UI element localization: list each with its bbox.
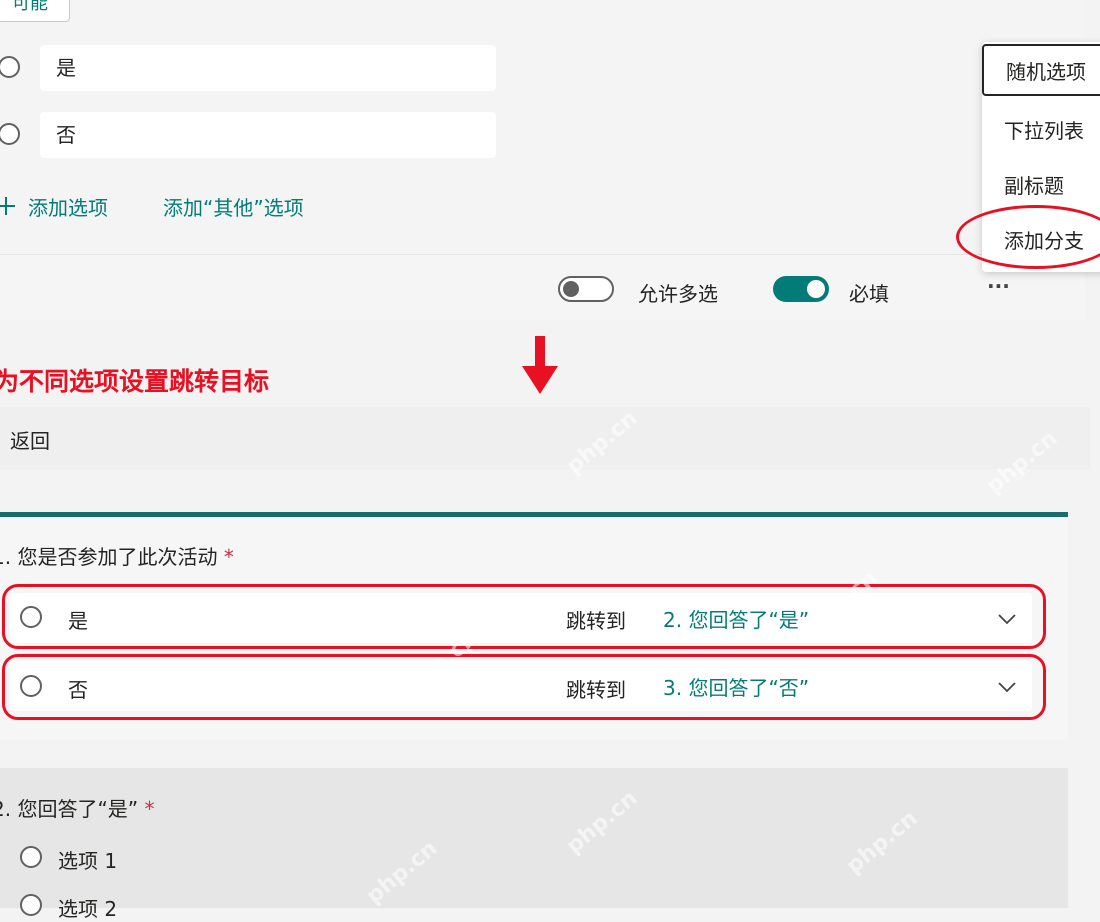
question-2-title: 2. 您回答了“是” * [0, 793, 155, 822]
required-asterisk: * [144, 797, 155, 821]
required-label: 必填 [849, 282, 889, 306]
plus-icon [0, 197, 15, 215]
back-button[interactable]: 返回 [10, 425, 50, 454]
radio-q2-option-1[interactable] [20, 846, 42, 868]
highlight-rect-yes [2, 584, 1046, 649]
toggle-knob [563, 281, 579, 297]
add-other-option-button[interactable]: 添加“其他”选项 [163, 192, 304, 221]
q2-option-2: 选项 2 [58, 897, 118, 921]
allow-multiple-toggle[interactable] [558, 276, 614, 302]
q2-option-1: 选项 1 [58, 849, 118, 873]
divider [0, 254, 1085, 255]
radio-q2-option-2[interactable] [20, 894, 42, 916]
toggle-knob [807, 280, 825, 298]
highlight-rect-no [2, 654, 1046, 720]
option-input-no[interactable]: 否 [40, 112, 496, 158]
option-input-yes[interactable]: 是 [40, 45, 496, 91]
required-toggle[interactable] [773, 276, 829, 302]
down-arrow-icon [522, 336, 558, 394]
question-2-text: 2. 您回答了“是” [0, 797, 139, 821]
annotation-text: 为不同选项设置跳转目标 [0, 367, 270, 396]
more-options-icon[interactable]: ··· [987, 274, 1010, 298]
menu-item-shuffle-options[interactable]: 随机选项 [982, 44, 1100, 96]
add-option-label: 添加选项 [28, 196, 108, 220]
active-question-bar [0, 512, 1068, 517]
back-bar [0, 407, 1090, 469]
question-2-card [0, 768, 1068, 908]
question-1-title: 1. 您是否参加了此次活动 * [0, 541, 234, 570]
question-1-text: 1. 您是否参加了此次活动 [0, 545, 218, 569]
menu-item-dropdown[interactable]: 下拉列表 [982, 105, 1100, 157]
option-chip-button[interactable]: 可能 [0, 0, 70, 22]
required-asterisk: * [223, 545, 234, 569]
allow-multiple-label: 允许多选 [638, 282, 718, 306]
